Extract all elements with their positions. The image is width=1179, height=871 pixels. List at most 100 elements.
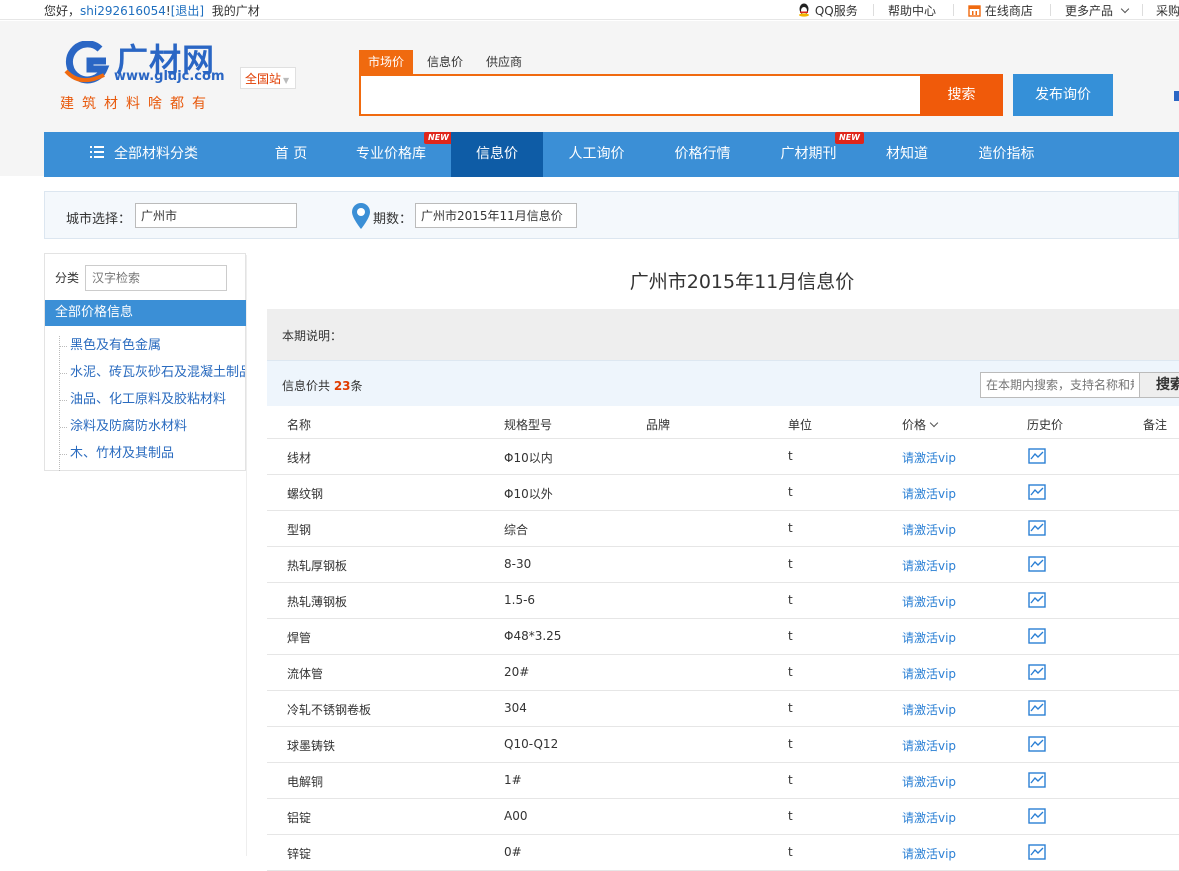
history-chart-icon[interactable]: [1028, 700, 1046, 716]
col-spec: 规格型号: [504, 418, 553, 432]
history-chart-icon[interactable]: [1028, 556, 1046, 572]
caret-down-icon: ▼: [283, 76, 290, 85]
history-chart-icon[interactable]: [1028, 484, 1046, 500]
store-icon: [968, 5, 981, 17]
nav-material-qa[interactable]: 材知道: [871, 132, 943, 177]
cell-spec: 20#: [504, 665, 530, 679]
cell-name: 流体管: [287, 667, 324, 681]
table-row: 冷轧不锈钢卷板 304 t 请激活vip: [267, 691, 1179, 727]
logo-url-text: www.gldjc.com: [114, 69, 225, 84]
history-chart-icon[interactable]: [1028, 772, 1046, 788]
activate-vip-link[interactable]: 请激活vip: [902, 449, 956, 466]
cell-unit: t: [788, 449, 793, 463]
activate-vip-link[interactable]: 请激活vip: [902, 629, 956, 646]
divider: [873, 4, 874, 16]
col-unit: 单位: [788, 418, 813, 432]
cell-unit: t: [788, 557, 793, 571]
activate-vip-link[interactable]: 请激活vip: [902, 845, 956, 862]
cell-spec: A00: [504, 809, 528, 823]
nav-professional-price[interactable]: 专业价格库: [346, 132, 436, 177]
history-chart-icon[interactable]: [1028, 628, 1046, 644]
cell-unit: t: [788, 629, 793, 643]
cell-spec: Φ10以外: [504, 487, 553, 501]
history-chart-icon[interactable]: [1028, 844, 1046, 860]
purchase-link[interactable]: 采购: [1156, 2, 1179, 19]
history-chart-icon[interactable]: [1028, 664, 1046, 680]
activate-vip-link[interactable]: 请激活vip: [902, 665, 956, 682]
all-categories-label: 全部材料分类: [114, 146, 198, 162]
cell-unit: t: [788, 809, 793, 823]
qq-icon: [799, 3, 809, 17]
cell-name: 型钢: [287, 523, 312, 537]
chevron-down-icon: [1120, 4, 1130, 14]
period-search-input[interactable]: [980, 372, 1140, 398]
activate-vip-link[interactable]: 请激活vip: [902, 809, 956, 826]
category-item-wood[interactable]: 木、竹材及其制品: [60, 444, 245, 471]
col-brand: 品牌: [646, 418, 671, 432]
nav-manual-inquiry[interactable]: 人工询价: [554, 132, 639, 177]
category-search-input[interactable]: [85, 265, 227, 291]
activate-vip-link[interactable]: 请激活vip: [902, 557, 956, 574]
col-price-sort[interactable]: 价格: [902, 416, 939, 433]
count-suffix: 条: [350, 379, 363, 393]
nav-info-price[interactable]: 信息价: [451, 132, 543, 177]
period-description: 本期说明：: [267, 309, 1179, 360]
publish-inquiry-button[interactable]: 发布询价: [1013, 74, 1113, 116]
category-item-metals[interactable]: 黑色及有色金属: [60, 336, 245, 363]
history-chart-icon[interactable]: [1028, 592, 1046, 608]
tab-info-price[interactable]: 信息价: [427, 50, 463, 74]
activate-vip-link[interactable]: 请激活vip: [902, 737, 956, 754]
period-select[interactable]: [415, 203, 577, 228]
more-products-menu[interactable]: 更多产品: [1065, 2, 1130, 19]
cell-unit: t: [788, 485, 793, 499]
my-gc-link[interactable]: 我的广材: [212, 4, 260, 18]
tab-supplier[interactable]: 供应商: [486, 50, 522, 74]
help-center-link[interactable]: 帮助中心: [888, 2, 936, 19]
history-chart-icon[interactable]: [1028, 520, 1046, 536]
table-row: 焊管 Φ48*3.25 t 请激活vip: [267, 619, 1179, 655]
history-chart-icon[interactable]: [1028, 448, 1046, 464]
city-label: 城市选择：: [66, 212, 132, 227]
username-link[interactable]: shi292616054: [80, 4, 166, 18]
history-chart-icon[interactable]: [1028, 736, 1046, 752]
city-input[interactable]: [135, 203, 297, 228]
activate-vip-link[interactable]: 请激活vip: [902, 485, 956, 502]
period-search-button[interactable]: 搜索: [1139, 372, 1179, 398]
nav-price-trend[interactable]: 价格行情: [660, 132, 745, 177]
cut-off-icon: [1174, 91, 1179, 101]
table-row: 电解铜 1# t 请激活vip: [267, 763, 1179, 799]
category-item-coatings[interactable]: 涂料及防腐防水材料: [60, 417, 245, 444]
qq-service-link[interactable]: QQ服务: [797, 2, 858, 19]
nav-home[interactable]: 首 页: [256, 132, 326, 177]
cell-name: 铝锭: [287, 811, 312, 825]
cell-name: 热轧薄钢板: [287, 595, 348, 609]
category-item-chemicals[interactable]: 油品、化工原料及胶粘材料: [60, 390, 245, 417]
activate-vip-link[interactable]: 请激活vip: [902, 593, 956, 610]
search-button[interactable]: 搜索: [920, 74, 1003, 116]
table-row: 螺纹钢 Φ10以外 t 请激活vip: [267, 475, 1179, 511]
all-categories-menu[interactable]: 全部材料分类: [44, 132, 244, 177]
online-store-link[interactable]: 在线商店: [968, 2, 1033, 19]
category-tree: 黑色及有色金属 水泥、砖瓦灰砂石及混凝土制品 油品、化工原料及胶粘材料 涂料及防…: [59, 336, 245, 471]
activate-vip-link[interactable]: 请激活vip: [902, 701, 956, 718]
cell-spec: 1#: [504, 773, 522, 787]
nav-cost-index[interactable]: 造价指标: [964, 132, 1049, 177]
category-item-cement[interactable]: 水泥、砖瓦灰砂石及混凝土制品: [60, 363, 245, 390]
more-products-label: 更多产品: [1065, 4, 1114, 18]
activate-vip-link[interactable]: 请激活vip: [902, 773, 956, 790]
cell-spec: 综合: [504, 523, 529, 537]
tab-market-price[interactable]: 市场价: [359, 50, 414, 74]
search-input[interactable]: [359, 74, 922, 116]
top-bar: 您好，shi292616054![退出] 我的广材 QQ服务 帮助中心 在线商店…: [0, 0, 1179, 20]
station-selector[interactable]: 全国站 ▼: [240, 67, 296, 89]
activate-vip-link[interactable]: 请激活vip: [902, 521, 956, 538]
logout-link[interactable]: [退出]: [171, 4, 204, 18]
page-title: 广州市2015年11月信息价: [629, 271, 855, 293]
all-price-info-item[interactable]: 全部价格信息: [45, 300, 246, 326]
site-logo[interactable]: 广材网 www.gldjc.com 建筑材料啥都有: [60, 41, 230, 121]
location-pin-icon[interactable]: [351, 202, 371, 230]
cell-spec: 8-30: [504, 557, 532, 571]
history-chart-icon[interactable]: [1028, 808, 1046, 824]
cell-spec: 304: [504, 701, 527, 715]
logo-slogan-text: 建筑材料啥都有: [60, 96, 214, 112]
